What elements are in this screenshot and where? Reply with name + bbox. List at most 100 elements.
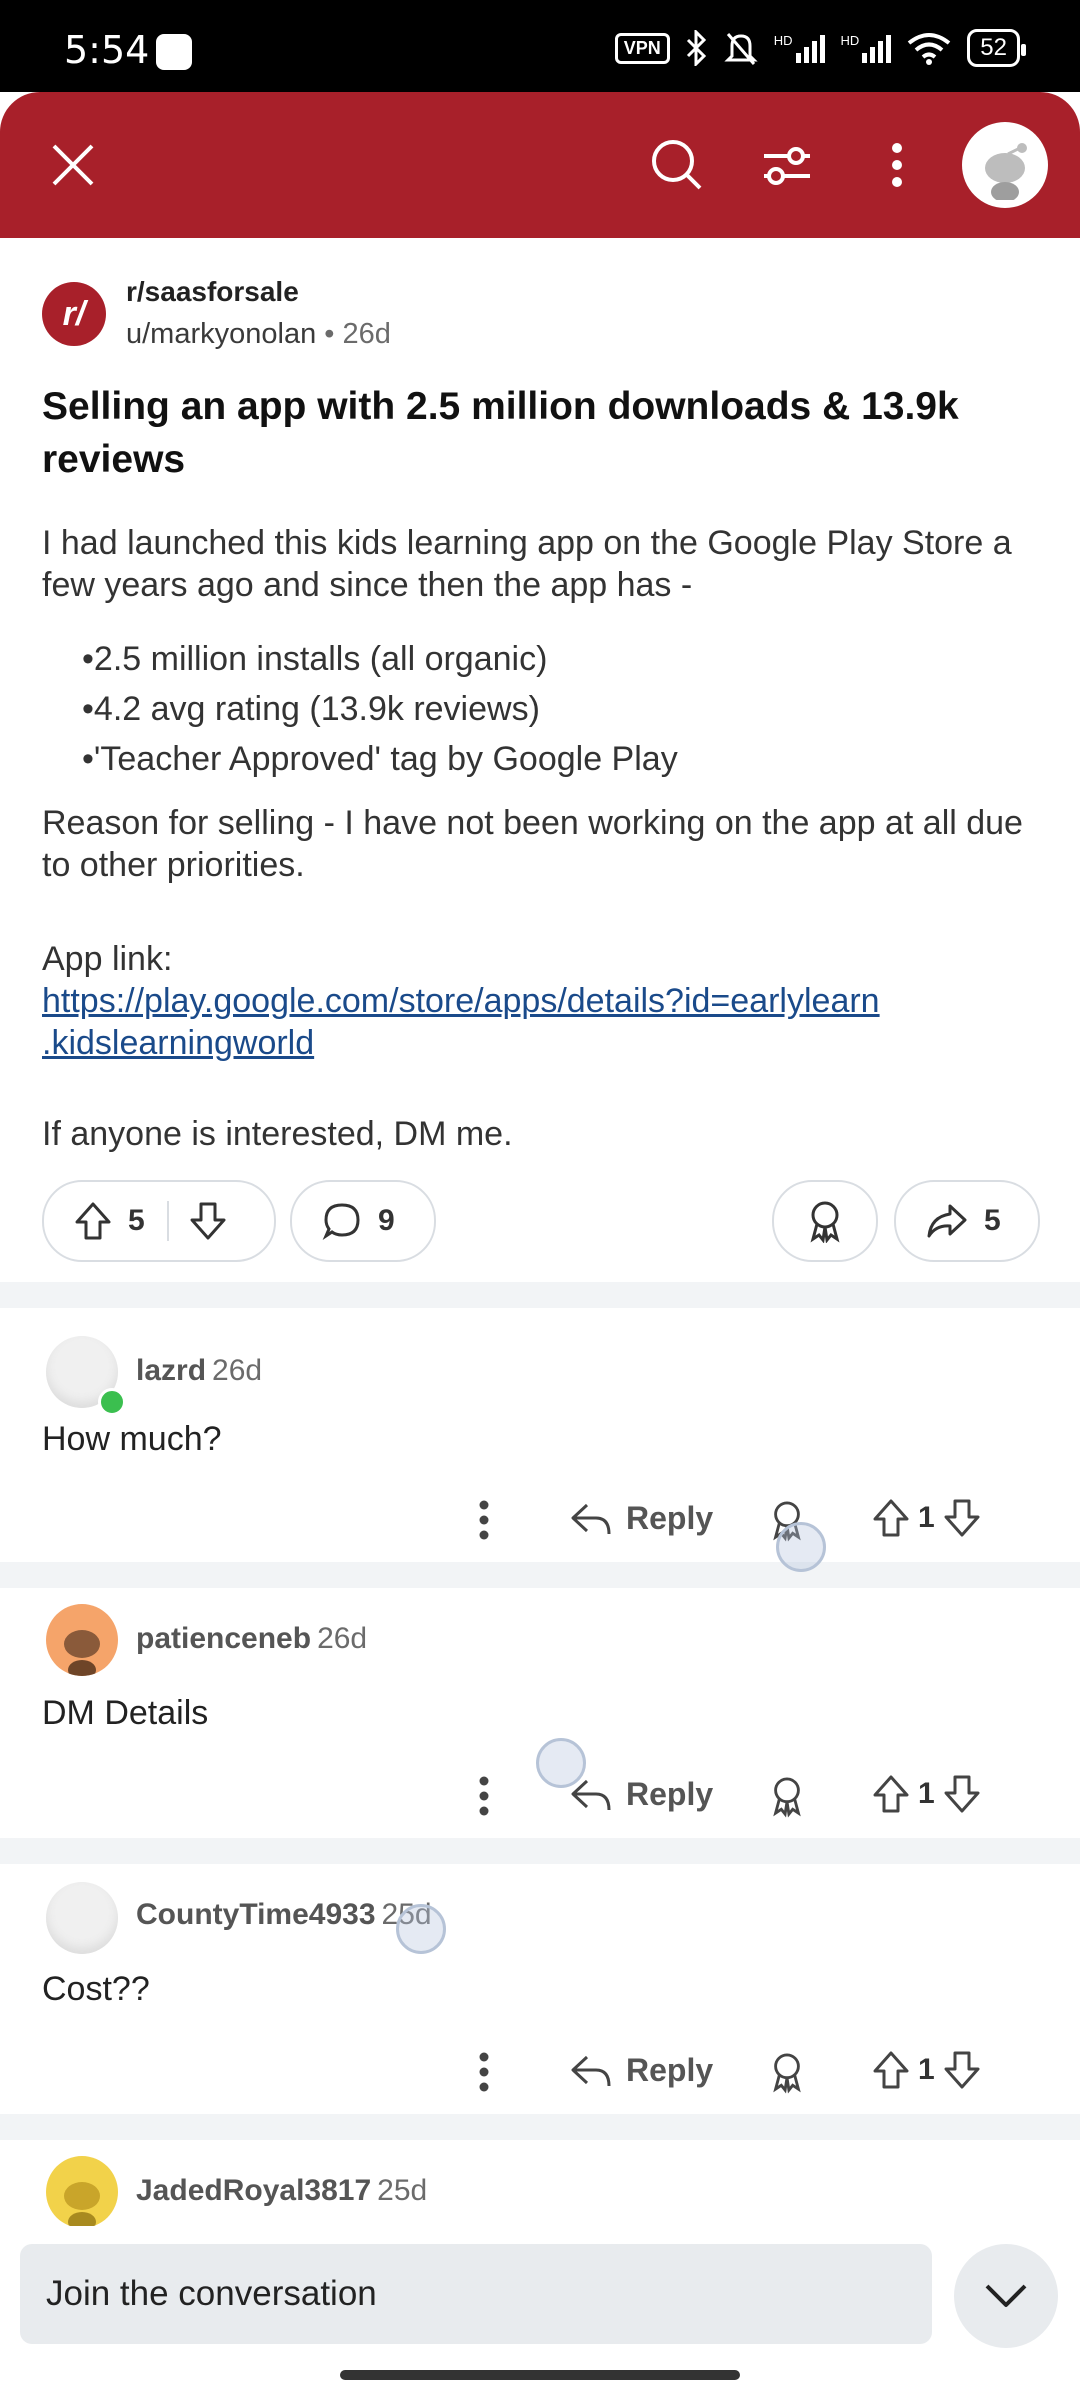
comment-vote: 1 <box>872 1498 981 1538</box>
comment-body: DM Details <box>42 1694 209 1732</box>
snoo-avatar-icon <box>64 1630 100 1676</box>
snoo-avatar-icon <box>64 2182 100 2228</box>
award-icon[interactable] <box>768 2050 806 2094</box>
filter-icon <box>764 147 810 185</box>
app-link-label: App link: <box>42 940 173 978</box>
downvote-icon[interactable] <box>189 1201 227 1241</box>
comment-vote: 1 <box>872 1774 981 1814</box>
comment-author[interactable]: CountyTime4933 25d <box>136 1898 432 1932</box>
close-button[interactable] <box>30 122 116 208</box>
comment-author[interactable]: lazrd 26d <box>136 1354 262 1388</box>
more-options-button[interactable] <box>854 122 940 208</box>
app-link-line-2[interactable]: .kidslearningworld <box>42 1022 1052 1064</box>
chevron-down-icon <box>985 2284 1027 2307</box>
avatar[interactable] <box>46 1882 118 1954</box>
bullet-item: 2.5 million installs (all organic) <box>82 634 678 684</box>
touch-indicator <box>536 1738 586 1788</box>
share-arrow-icon <box>927 1204 967 1238</box>
more-vertical-icon[interactable] <box>478 1776 490 1816</box>
downvote-icon[interactable] <box>943 2050 981 2090</box>
post-closing: If anyone is interested, DM me. <box>42 1115 513 1153</box>
downvote-icon[interactable] <box>943 1498 981 1538</box>
status-time: 5:54 <box>64 28 150 72</box>
comment-vote-count: 1 <box>918 1501 935 1534</box>
app-link[interactable]: https://play.google.com/store/apps/detai… <box>42 980 1052 1064</box>
comment-body: How much? <box>42 1420 222 1458</box>
touch-indicator <box>776 1522 826 1572</box>
award-icon[interactable] <box>768 1774 806 1818</box>
reply-button[interactable]: Reply <box>570 1776 713 1813</box>
comment-username[interactable]: JadedRoyal3817 <box>136 2174 371 2207</box>
comment-author[interactable]: JadedRoyal3817 25d <box>136 2174 427 2208</box>
comment-age: 25d <box>377 2174 428 2207</box>
collapse-comments-button[interactable] <box>954 2244 1058 2348</box>
comment-age: 26d <box>212 1354 263 1387</box>
comment-vote-count: 1 <box>918 1777 935 1810</box>
comment-author[interactable]: patienceneb 26d <box>136 1622 367 1656</box>
comments-button[interactable]: 9 <box>290 1180 436 1262</box>
bluetooth-icon <box>686 30 706 66</box>
vote-pill: 5 <box>42 1180 276 1262</box>
comment-age: 26d <box>317 1622 368 1655</box>
app-notification-icon <box>156 34 192 70</box>
post-bullet-list: 2.5 million installs (all organic) 4.2 a… <box>82 634 678 784</box>
more-vertical-icon[interactable] <box>478 2052 490 2092</box>
avatar[interactable] <box>46 1604 118 1676</box>
mute-bell-icon <box>724 33 758 65</box>
search-icon <box>652 140 702 190</box>
home-indicator[interactable] <box>340 2370 740 2380</box>
share-button[interactable]: 5 <box>894 1180 1040 1262</box>
meta-separator: • <box>324 318 335 350</box>
filter-button[interactable] <box>744 122 830 208</box>
comment-count: 9 <box>378 1204 395 1237</box>
top-toolbar <box>0 92 1080 238</box>
more-vertical-icon <box>892 143 902 187</box>
post-title: Selling an app with 2.5 million download… <box>42 385 959 481</box>
post-meta: u/markyonolan • 26d <box>126 318 391 351</box>
reply-icon <box>571 1503 611 1534</box>
comment-username[interactable]: CountyTime4933 <box>136 1898 376 1931</box>
post-intro: I had launched this kids learning app on… <box>42 524 1012 604</box>
post-reason: Reason for selling - I have not been wor… <box>42 804 1023 884</box>
close-icon <box>52 144 94 186</box>
bullet-item: 'Teacher Approved' tag by Google Play <box>82 734 678 784</box>
comment-actions: Reply 1 <box>0 1486 1080 1556</box>
upvote-icon[interactable] <box>872 1774 910 1814</box>
comment-vote: 1 <box>872 2050 981 2090</box>
reply-button[interactable]: Reply <box>570 2052 713 2089</box>
upvote-icon[interactable] <box>872 2050 910 2090</box>
wifi-icon <box>908 33 951 65</box>
share-count: 5 <box>984 1204 1001 1237</box>
online-status-dot <box>98 1388 126 1416</box>
upvote-icon[interactable] <box>872 1498 910 1538</box>
section-divider <box>0 2114 1080 2140</box>
reply-icon <box>571 2055 611 2086</box>
comment-username[interactable]: patienceneb <box>136 1622 311 1655</box>
section-divider <box>0 1838 1080 1864</box>
comment-body: Cost?? <box>42 1970 150 2008</box>
award-icon <box>810 1201 840 1243</box>
award-button[interactable] <box>772 1180 878 1262</box>
downvote-icon[interactable] <box>943 1774 981 1814</box>
signal-icon-2: HD <box>841 33 892 63</box>
search-button[interactable] <box>634 122 720 208</box>
more-vertical-icon[interactable] <box>478 1500 490 1540</box>
status-bar: 5:54 VPN HD HD 52 <box>0 0 1080 92</box>
profile-avatar-button[interactable] <box>962 122 1048 208</box>
subreddit-name[interactable]: r/saasforsale <box>126 276 299 308</box>
post-age: 26d <box>342 318 391 350</box>
touch-indicator <box>396 1904 446 1954</box>
comment-actions: Reply 1 <box>0 2038 1080 2108</box>
vote-divider <box>166 1201 169 1241</box>
post-author[interactable]: u/markyonolan <box>126 318 316 350</box>
reply-button[interactable]: Reply <box>570 1500 713 1537</box>
join-conversation-input[interactable]: Join the conversation <box>20 2244 932 2344</box>
comment-vote-count: 1 <box>918 2053 935 2086</box>
snoo-avatar-icon <box>985 143 1027 200</box>
app-link-line-1[interactable]: https://play.google.com/store/apps/detai… <box>42 980 1052 1022</box>
upvote-icon[interactable] <box>74 1201 112 1241</box>
comment-username[interactable]: lazrd <box>136 1354 206 1387</box>
avatar[interactable] <box>46 2156 118 2228</box>
reply-label: Reply <box>626 2052 714 2088</box>
subreddit-logo[interactable]: r/ <box>42 282 106 346</box>
